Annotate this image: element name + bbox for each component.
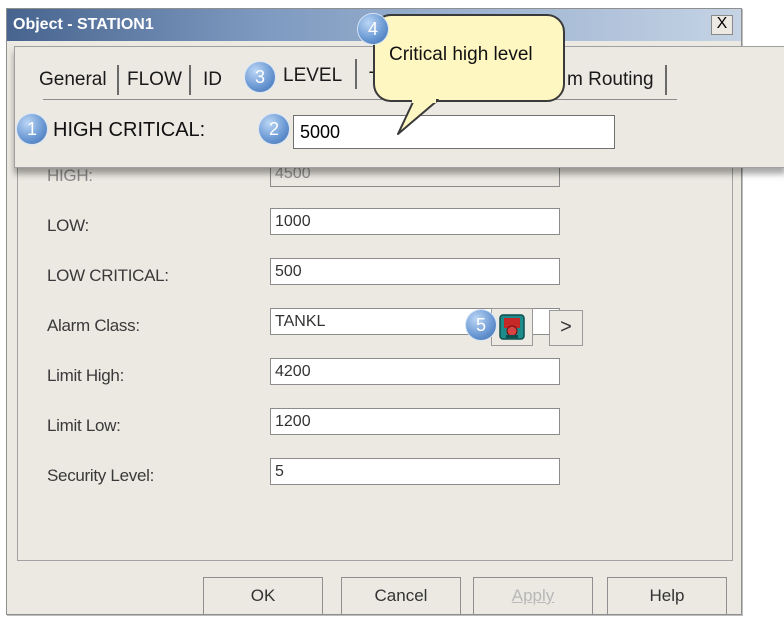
security-level-input[interactable]: 5: [270, 458, 560, 485]
high-critical-label: HIGH CRITICAL:: [53, 119, 206, 141]
alarm-class-picker-icon: [499, 314, 525, 340]
tab-flow[interactable]: FLOW: [127, 69, 182, 91]
close-button[interactable]: X: [711, 15, 733, 35]
callout-badge-5: 5: [466, 310, 496, 340]
limit-low-label: Limit Low:: [47, 416, 121, 435]
low-critical-label: LOW CRITICAL:: [47, 266, 169, 285]
limit-high-input[interactable]: 4200: [270, 358, 560, 385]
ok-button[interactable]: OK: [203, 577, 323, 615]
alarm-class-browse-button[interactable]: >: [549, 310, 583, 346]
callout-badge-4: 4: [358, 14, 388, 44]
limit-high-label: Limit High:: [47, 366, 125, 385]
tabs-baseline: [43, 99, 677, 100]
dialog-title: Object - STATION1: [13, 16, 154, 33]
callout-badge-3: 3: [245, 62, 275, 92]
tooltip-balloon: Critical high level: [373, 14, 565, 102]
tab-id[interactable]: ID: [203, 69, 222, 91]
high-critical-input[interactable]: 5000: [293, 115, 615, 149]
tab-general[interactable]: General: [39, 69, 107, 91]
tooltip-pointer: [397, 99, 439, 135]
low-critical-input[interactable]: 500: [270, 258, 560, 285]
callout-badge-2: 2: [259, 114, 289, 144]
cancel-button[interactable]: Cancel: [341, 577, 461, 615]
tab-separator: [189, 65, 191, 95]
low-label: LOW:: [47, 216, 89, 235]
tab-level[interactable]: LEVEL: [283, 65, 342, 87]
low-input[interactable]: 1000: [270, 208, 560, 235]
tooltip-text: Critical high level: [389, 44, 533, 65]
high-label: HIGH:: [47, 166, 93, 185]
tab-separator: [117, 65, 119, 95]
apply-button[interactable]: Apply: [473, 577, 593, 615]
tab-alarm-routing[interactable]: m Routing: [567, 69, 654, 91]
tab-separator: [665, 65, 667, 95]
callout-badge-1: 1: [17, 114, 47, 144]
limit-low-input[interactable]: 1200: [270, 408, 560, 435]
alarm-class-label: Alarm Class:: [47, 316, 140, 335]
security-level-label: Security Level:: [47, 466, 154, 485]
tab-separator: [355, 59, 357, 89]
help-button[interactable]: Help: [607, 577, 727, 615]
alarm-class-picker-button[interactable]: [491, 308, 533, 346]
